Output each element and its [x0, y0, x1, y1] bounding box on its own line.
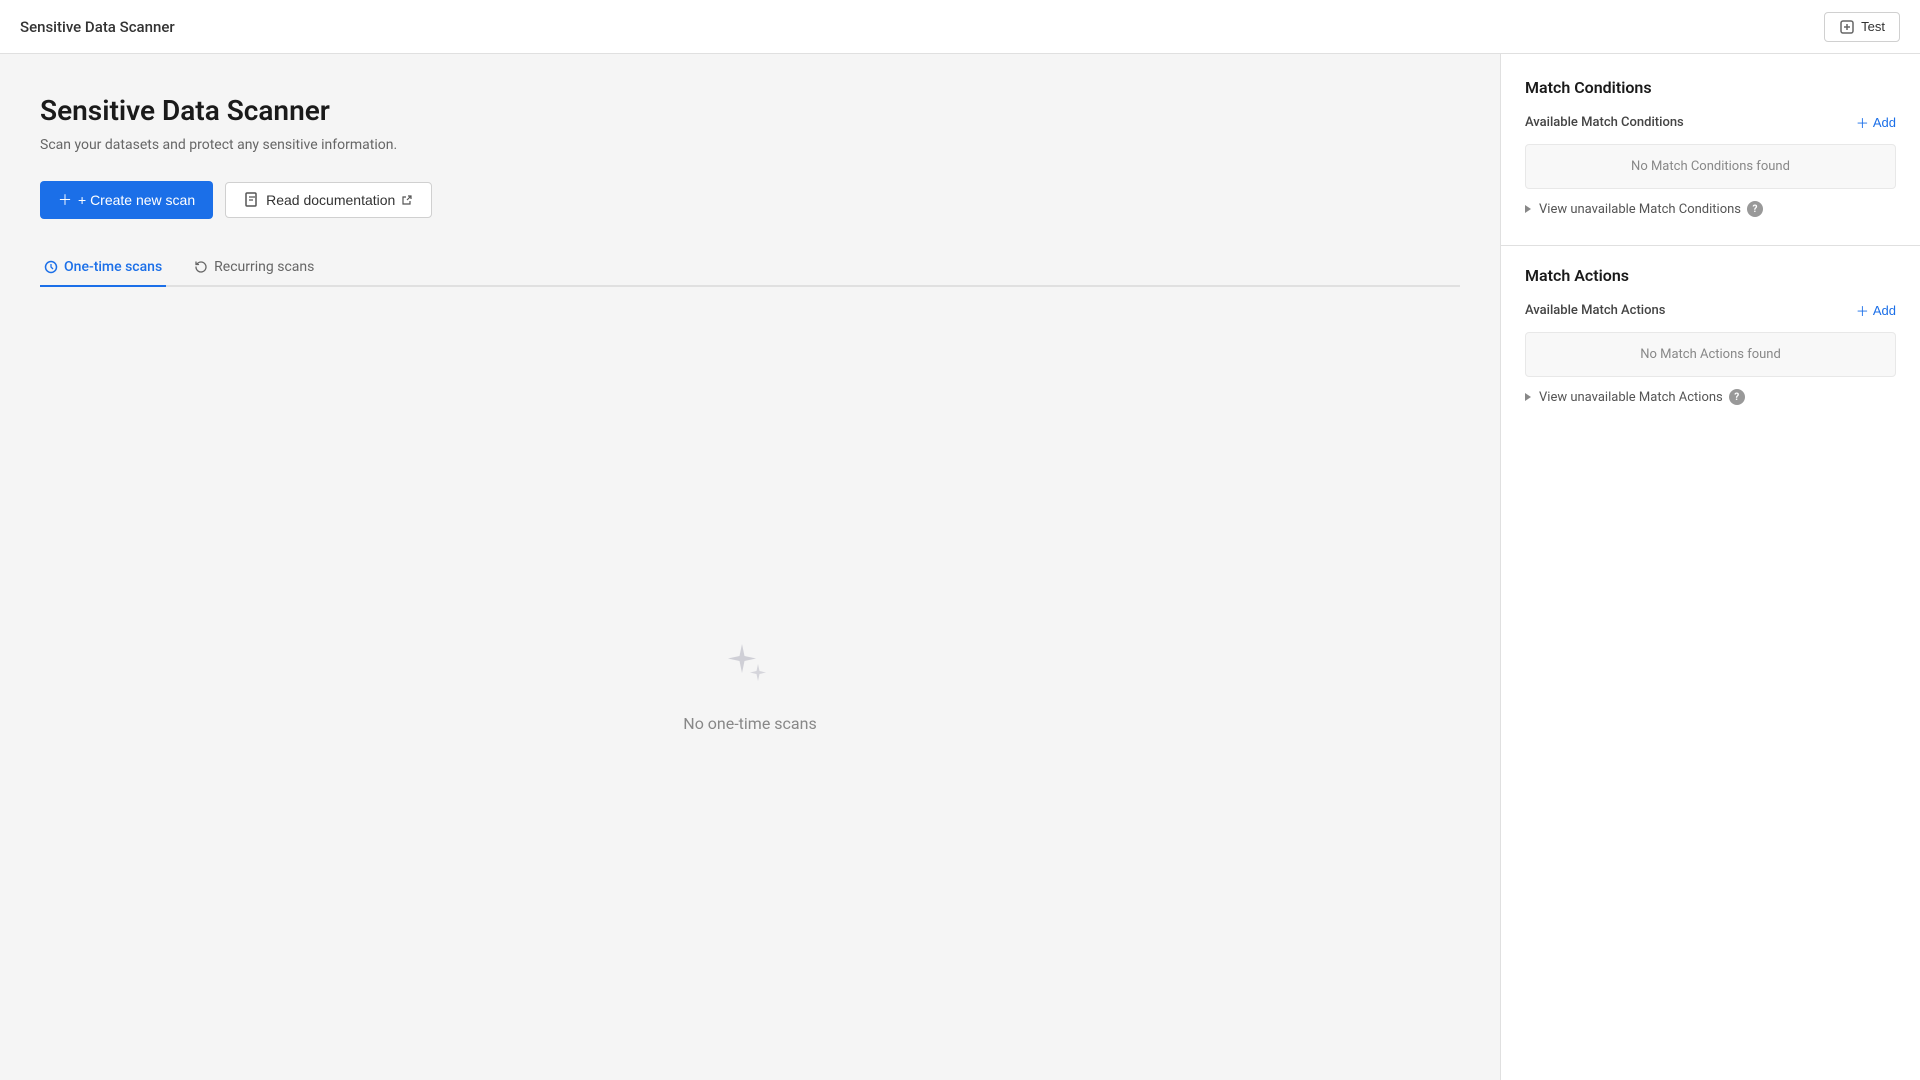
main-layout: Sensitive Data Scanner Scan your dataset… [0, 54, 1920, 1080]
help-icon[interactable]: ? [1747, 201, 1763, 217]
plus-icon: ＋ [1856, 113, 1869, 132]
doc-icon [244, 192, 260, 208]
plus-icon: ＋ [58, 190, 72, 210]
read-doc-label: Read documentation [266, 192, 395, 208]
plus-icon: ＋ [1856, 301, 1869, 320]
page-title: Sensitive Data Scanner [40, 94, 1460, 127]
match-conditions-header: Available Match Conditions ＋ Add [1525, 113, 1896, 132]
read-documentation-button[interactable]: Read documentation [225, 182, 432, 218]
match-actions-title: Match Actions [1525, 266, 1896, 285]
match-actions-header: Available Match Actions ＋ Add [1525, 301, 1896, 320]
empty-state-text: No one-time scans [683, 714, 816, 733]
sparkle-icon [720, 634, 780, 698]
no-match-conditions-box: No Match Conditions found [1525, 144, 1896, 189]
match-conditions-section: Match Conditions Available Match Conditi… [1501, 78, 1920, 221]
help-icon[interactable]: ? [1729, 389, 1745, 405]
tab-recurring-scans[interactable]: Recurring scans [190, 249, 318, 287]
add-action-label: Add [1873, 303, 1896, 318]
add-match-condition-button[interactable]: ＋ Add [1856, 113, 1896, 132]
create-new-scan-button[interactable]: ＋ + Create new scan [40, 181, 213, 219]
tab-one-time-scans[interactable]: One-time scans [40, 249, 166, 287]
no-match-actions-box: No Match Actions found [1525, 332, 1896, 377]
one-time-icon [44, 260, 58, 274]
chevron-right-icon [1525, 393, 1531, 401]
app-title: Sensitive Data Scanner [20, 18, 175, 36]
match-conditions-title: Match Conditions [1525, 78, 1896, 97]
top-nav: Sensitive Data Scanner Test [0, 0, 1920, 54]
view-unavailable-conditions[interactable]: View unavailable Match Conditions ? [1525, 197, 1896, 221]
sidebar-divider [1501, 245, 1920, 246]
content-area: Sensitive Data Scanner Scan your dataset… [0, 54, 1500, 1080]
view-unavailable-actions-label: View unavailable Match Actions [1539, 390, 1723, 405]
recurring-icon [194, 260, 208, 274]
match-actions-section: Match Actions Available Match Actions ＋ … [1501, 266, 1920, 409]
page-subtitle: Scan your datasets and protect any sensi… [40, 137, 1460, 153]
no-match-actions-text: No Match Actions found [1640, 347, 1781, 362]
test-button[interactable]: Test [1824, 12, 1900, 42]
empty-state: No one-time scans [40, 287, 1460, 1080]
available-match-actions-label: Available Match Actions [1525, 303, 1665, 318]
view-unavailable-actions[interactable]: View unavailable Match Actions ? [1525, 385, 1896, 409]
test-label: Test [1861, 19, 1885, 34]
add-condition-label: Add [1873, 115, 1896, 130]
chevron-right-icon [1525, 205, 1531, 213]
tab-one-time-label: One-time scans [64, 259, 162, 275]
view-unavailable-conditions-label: View unavailable Match Conditions [1539, 202, 1741, 217]
sidebar-right: Match Conditions Available Match Conditi… [1500, 54, 1920, 1080]
external-link-icon [401, 194, 413, 206]
tabs-container: One-time scans Recurring scans [40, 249, 1460, 287]
available-match-conditions-label: Available Match Conditions [1525, 115, 1684, 130]
tab-recurring-label: Recurring scans [214, 259, 314, 275]
add-match-action-button[interactable]: ＋ Add [1856, 301, 1896, 320]
action-row: ＋ + Create new scan Read documentation [40, 181, 1460, 219]
create-scan-label: + Create new scan [78, 192, 195, 208]
nav-right: Test [1824, 12, 1900, 42]
test-icon [1839, 19, 1855, 35]
no-match-conditions-text: No Match Conditions found [1631, 159, 1790, 174]
